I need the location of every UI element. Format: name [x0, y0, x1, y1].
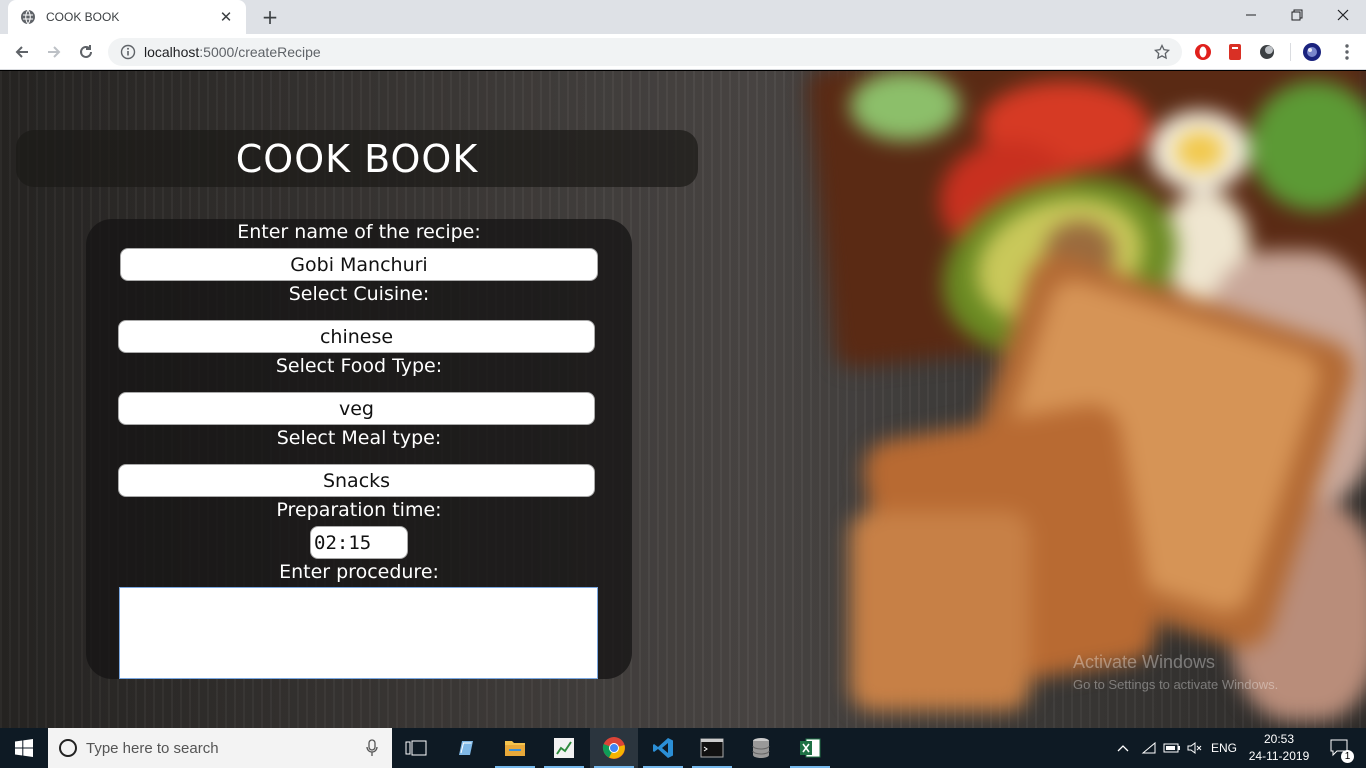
recipe-name-label: Enter name of the recipe:	[237, 221, 481, 243]
browser-tabstrip: COOK BOOK ✕ +	[0, 0, 1366, 34]
url-path: :5000/createRecipe	[199, 44, 321, 60]
prep-time-label: Preparation time:	[276, 499, 442, 521]
profile-avatar-icon[interactable]	[1303, 43, 1321, 61]
chevron-up-icon[interactable]	[1112, 728, 1134, 768]
language-indicator[interactable]: ENG	[1208, 728, 1240, 768]
recipe-name-input[interactable]: Gobi Manchuri	[120, 248, 598, 281]
circle-extension-icon[interactable]	[1258, 43, 1276, 61]
create-recipe-form: Enter name of the recipe: Gobi Manchuri …	[86, 219, 632, 679]
activate-windows-subtitle: Go to Settings to activate Windows.	[1073, 677, 1279, 692]
clock-time: 20:53	[1263, 732, 1295, 746]
volume-muted-icon[interactable]	[1184, 728, 1206, 768]
windows-start-icon[interactable]	[0, 728, 48, 768]
tab-close-icon[interactable]: ✕	[218, 8, 234, 26]
wifi-icon[interactable]	[1138, 728, 1160, 768]
meal-type-label: Select Meal type:	[276, 427, 442, 449]
procedure-label: Enter procedure:	[279, 561, 439, 583]
windows-taskbar: Type here to search ENG 20:53 24-11-2019…	[0, 728, 1366, 768]
activate-windows-title: Activate Windows	[1073, 652, 1216, 672]
notification-count: 1	[1341, 750, 1354, 763]
food-type-select[interactable]: veg	[118, 392, 595, 425]
task-view-icon[interactable]	[392, 728, 440, 768]
clock-date: 24-11-2019	[1248, 749, 1310, 763]
reload-icon[interactable]	[74, 40, 98, 64]
forward-arrow-icon[interactable]	[42, 40, 66, 64]
cuisine-select[interactable]: chinese	[118, 320, 595, 353]
search-placeholder: Type here to search	[86, 739, 219, 757]
globe-icon	[20, 9, 36, 25]
browser-tab[interactable]: COOK BOOK ✕	[8, 0, 246, 34]
url-host: localhost	[144, 44, 200, 60]
toolbar-separator	[1290, 43, 1291, 61]
red-extension-icon[interactable]	[1226, 43, 1244, 61]
cuisine-label: Select Cuisine:	[288, 283, 430, 305]
procedure-textarea[interactable]	[119, 587, 598, 679]
minimize-icon[interactable]	[1228, 0, 1274, 30]
info-icon[interactable]	[120, 44, 136, 60]
chrome-app-icon[interactable]	[590, 728, 638, 768]
opera-extension-icon[interactable]	[1194, 43, 1212, 61]
terminal-app-icon[interactable]	[688, 728, 736, 768]
browser-toolbar: localhost:5000/createRecipe	[0, 34, 1366, 70]
url-text: localhost:5000/createRecipe	[144, 44, 321, 60]
back-arrow-icon[interactable]	[10, 40, 34, 64]
tab-title: COOK BOOK	[46, 10, 120, 24]
taskbar-search-box[interactable]: Type here to search	[48, 728, 392, 768]
restore-icon[interactable]	[1274, 0, 1320, 30]
menu-kebab-icon[interactable]	[1338, 43, 1356, 61]
new-tab-button[interactable]: +	[258, 5, 282, 29]
vscode-app-icon[interactable]	[639, 728, 687, 768]
address-bar[interactable]: localhost:5000/createRecipe	[108, 38, 1182, 66]
notepad-app-icon[interactable]	[442, 728, 490, 768]
prep-time-input[interactable]: 02:15	[310, 526, 408, 559]
page-viewport: COOK BOOK Enter name of the recipe: Gobi…	[0, 71, 1366, 728]
page-title-banner: COOK BOOK	[16, 130, 698, 187]
file-explorer-icon[interactable]	[491, 728, 539, 768]
chart-app-icon[interactable]	[540, 728, 588, 768]
search-icon	[59, 739, 77, 757]
database-app-icon[interactable]	[737, 728, 785, 768]
battery-icon[interactable]	[1160, 728, 1184, 768]
bookmark-star-icon[interactable]	[1152, 42, 1172, 62]
excel-app-icon[interactable]	[786, 728, 834, 768]
notification-center-icon[interactable]: 1	[1320, 728, 1360, 768]
close-window-icon[interactable]	[1320, 0, 1366, 30]
food-type-label: Select Food Type:	[275, 355, 443, 377]
page-title: COOK BOOK	[235, 136, 479, 181]
meal-type-select[interactable]: Snacks	[118, 464, 595, 497]
microphone-icon	[366, 739, 378, 756]
taskbar-clock[interactable]: 20:53 24-11-2019	[1248, 731, 1310, 765]
